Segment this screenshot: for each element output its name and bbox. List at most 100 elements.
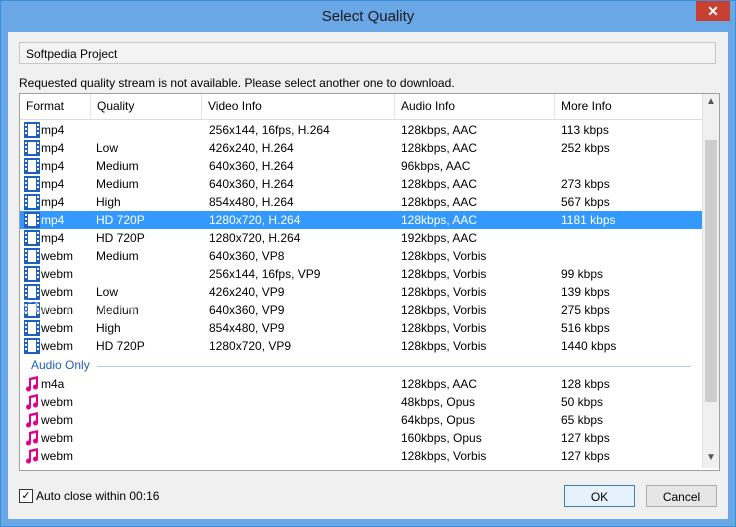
video-info-cell: 256x144, 16fps, H.264 — [209, 123, 330, 137]
video-icon — [24, 122, 40, 138]
cancel-button[interactable]: Cancel — [646, 485, 717, 507]
dialog-body: Softpedia Project Requested quality stre… — [8, 32, 728, 519]
audio-info-cell: 96kbps, AAC — [401, 159, 471, 173]
more-info-cell: 113 kbps — [561, 123, 609, 137]
more-info-cell: 273 kbps — [561, 177, 610, 191]
list-row[interactable]: m4a 128kbps, AAC 128 kbps — [20, 375, 703, 393]
video-info-cell: 854x480, VP9 — [209, 321, 285, 335]
audio-info-cell: 128kbps, AAC — [401, 123, 478, 137]
project-name-field[interactable]: Softpedia Project — [19, 42, 716, 64]
format-cell: mp4 — [41, 195, 65, 209]
video-icon — [24, 212, 40, 228]
audio-info-cell: 128kbps, Vorbis — [401, 339, 487, 353]
auto-close-checkbox[interactable]: ✓ — [19, 489, 33, 503]
format-cell: webm — [41, 321, 74, 335]
section-label: Audio Only — [31, 358, 90, 372]
list-header: Format Quality Video Info Audio Info Mor… — [20, 94, 703, 120]
video-icon — [24, 158, 40, 174]
video-info-cell: 640x360, VP8 — [209, 249, 285, 263]
video-info-cell: 854x480, H.264 — [209, 195, 294, 209]
scroll-up-arrow-icon[interactable]: ▲ — [705, 96, 717, 110]
more-info-cell: 128 kbps — [561, 377, 610, 391]
scroll-down-arrow-icon[interactable]: ▼ — [705, 452, 717, 466]
audio-info-cell: 128kbps, AAC — [401, 213, 478, 227]
music-note-icon — [24, 412, 40, 428]
more-info-cell: 1181 kbps — [561, 213, 616, 227]
quality-cell: HD 720P — [96, 213, 145, 227]
column-header-video-info[interactable]: Video Info — [202, 94, 395, 119]
quality-cell: High — [96, 321, 121, 335]
quality-list[interactable]: Format Quality Video Info Audio Info Mor… — [19, 93, 720, 471]
video-info-cell: 640x360, H.264 — [209, 177, 294, 191]
more-info-cell: 516 kbps — [561, 321, 610, 335]
format-cell: mp4 — [41, 177, 65, 191]
audio-info-cell: 128kbps, Vorbis — [401, 303, 487, 317]
format-cell: webm — [41, 431, 74, 445]
scrollbar-thumb[interactable] — [705, 140, 717, 402]
video-icon — [24, 248, 40, 264]
section-divider — [97, 366, 691, 367]
list-row[interactable]: webm 128kbps, Vorbis 127 kbps — [20, 447, 703, 465]
audio-info-cell: 128kbps, Vorbis — [401, 321, 487, 335]
audio-info-cell: 128kbps, AAC — [401, 377, 478, 391]
video-info-cell: 256x144, 16fps, VP9 — [209, 267, 321, 281]
column-header-more-info[interactable]: More Info — [555, 94, 703, 119]
list-row[interactable]: mp4 High 854x480, H.264 128kbps, AAC 567 kbp… — [20, 193, 703, 211]
video-info-cell: 1280x720, H.264 — [209, 213, 301, 227]
format-cell: m4a — [41, 377, 65, 391]
auto-close-label: Auto close within 00:16 — [36, 489, 160, 503]
list-row[interactable]: mp4 Medium 640x360, H.264 96kbps, AAC — [20, 157, 703, 175]
more-info-cell: 127 kbps — [561, 431, 610, 445]
audio-info-cell: 48kbps, Opus — [401, 395, 476, 409]
audio-info-cell: 128kbps, Vorbis — [401, 267, 487, 281]
quality-cell: HD 720P — [96, 231, 145, 245]
video-info-cell: 640x360, VP9 — [209, 303, 285, 317]
list-row[interactable]: webm 48kbps, Opus 50 kbps — [20, 393, 703, 411]
format-cell: webm — [41, 339, 74, 353]
format-cell: mp4 — [41, 213, 65, 227]
format-cell: webm — [41, 395, 74, 409]
music-note-icon — [24, 394, 40, 410]
more-info-cell: 275 kbps — [561, 303, 610, 317]
quality-cell: Medium — [96, 159, 139, 173]
more-info-cell: 99 kbps — [561, 267, 604, 281]
music-note-icon — [24, 376, 40, 392]
title-bar[interactable]: Select Quality ✕ — [1, 1, 735, 32]
video-info-cell: 426x240, H.264 — [209, 141, 294, 155]
audio-info-cell: 128kbps, Vorbis — [401, 249, 487, 263]
more-info-cell: 50 kbps — [561, 395, 604, 409]
quality-cell: Medium — [96, 249, 139, 263]
format-cell: webm — [41, 249, 74, 263]
video-icon — [24, 140, 40, 156]
format-cell: mp4 — [41, 123, 65, 137]
list-row[interactable]: mp4 HD 720P 1280x720, H.264 192kbps, AAC — [20, 229, 703, 247]
more-info-cell: 65 kbps — [561, 413, 604, 427]
list-row[interactable]: webm 64kbps, Opus 65 kbps — [20, 411, 703, 429]
quality-cell: HD 720P — [96, 339, 145, 353]
list-row[interactable]: mp4 Low 426x240, H.264 128kbps, AAC 252 kbps — [20, 139, 703, 157]
music-note-icon — [24, 448, 40, 464]
ok-button[interactable]: OK — [564, 485, 635, 507]
vertical-scrollbar[interactable]: ▲ ▼ — [702, 94, 719, 468]
audio-info-cell: 128kbps, AAC — [401, 141, 478, 155]
list-row[interactable]: webm 160kbps, Opus 127 kbps — [20, 429, 703, 447]
column-header-format[interactable]: Format — [20, 94, 91, 119]
more-info-cell: 252 kbps — [561, 141, 610, 155]
column-header-audio-info[interactable]: Audio Info — [395, 94, 555, 119]
video-info-cell: 1280x720, VP9 — [209, 339, 292, 353]
list-row[interactable]: webm Medium 640x360, VP8 128kbps, Vorbis — [20, 247, 703, 265]
list-row[interactable]: webm HD 720P 1280x720, VP9 128kbps, Vorbis 1… — [20, 337, 703, 355]
close-button[interactable]: ✕ — [696, 1, 730, 21]
window-title: Select Quality — [321, 8, 415, 25]
list-row[interactable]: mp4 HD 720P 1280x720, H.264 128kbps, AAC 118… — [20, 211, 703, 229]
list-row[interactable]: webm High 854x480, VP9 128kbps, Vorbis 516 k… — [20, 319, 703, 337]
column-header-quality[interactable]: Quality — [91, 94, 202, 119]
format-cell: mp4 — [41, 159, 65, 173]
audio-info-cell: 128kbps, AAC — [401, 195, 478, 209]
quality-cell: High — [96, 195, 121, 209]
list-row[interactable]: mp4 256x144, 16fps, H.264 128kbps, AAC 113 … — [20, 121, 703, 139]
video-icon — [24, 194, 40, 210]
format-cell: webm — [41, 413, 74, 427]
list-row[interactable]: mp4 Medium 640x360, H.264 128kbps, AAC 273 k… — [20, 175, 703, 193]
list-row[interactable]: webm 256x144, 16fps, VP9 128kbps, Vorbis 99… — [20, 265, 703, 283]
